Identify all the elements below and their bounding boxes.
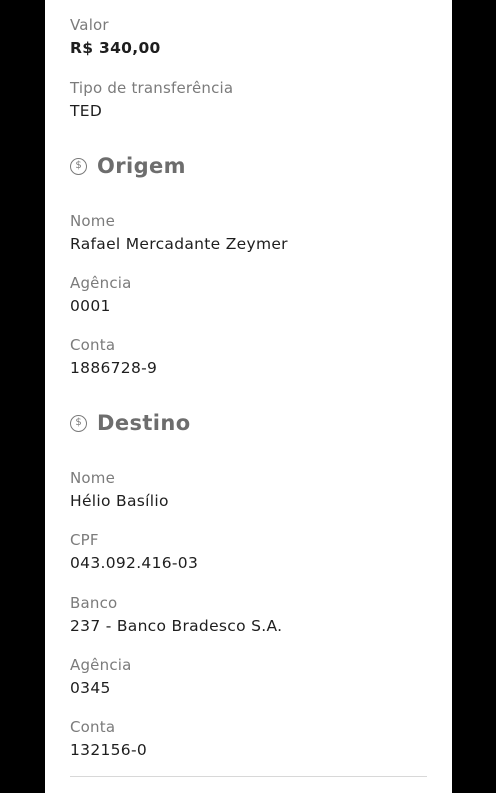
- destino-nome-field: Nome Hélio Basílio: [70, 469, 169, 511]
- valor-label: Valor: [70, 16, 109, 34]
- destino-agencia-value: 0345: [70, 679, 111, 697]
- tipo-label: Tipo de transferência: [70, 79, 234, 97]
- destino-conta-label: Conta: [70, 718, 116, 736]
- destino-conta-field: Conta 132156-0: [70, 718, 147, 760]
- destino-cpf-value: 043.092.416-03: [70, 554, 199, 572]
- destino-nome-label: Nome: [70, 469, 116, 487]
- dollar-circle-icon: $: [70, 414, 87, 432]
- origem-conta-field: Conta 1886728-9: [70, 336, 157, 378]
- destino-banco-value: 237 - Banco Bradesco S.A.: [70, 617, 283, 635]
- origem-nome-value: Rafael Mercadante Zeymer: [70, 235, 288, 253]
- origem-agencia-field: Agência 0001: [70, 274, 132, 316]
- destino-conta-value: 132156-0: [70, 741, 148, 759]
- destino-title: Destino: [97, 411, 191, 435]
- destino-nome-value: Hélio Basílio: [70, 492, 169, 510]
- destino-cpf-field: CPF 043.092.416-03: [70, 531, 198, 573]
- destino-section-header: $ Destino: [70, 411, 191, 435]
- tipo-field: Tipo de transferência TED: [70, 79, 233, 121]
- origem-nome-field: Nome Rafael Mercadante Zeymer: [70, 212, 288, 254]
- origem-agencia-value: 0001: [70, 297, 111, 315]
- origem-section-header: $ Origem: [70, 154, 186, 178]
- transfer-receipt-panel: Valor R$ 340,00 Tipo de transferência TE…: [45, 0, 452, 793]
- destino-agencia-field: Agência 0345: [70, 656, 132, 698]
- valor-value: R$ 340,00: [70, 39, 161, 57]
- destino-banco-field: Banco 237 - Banco Bradesco S.A.: [70, 594, 282, 636]
- bottom-divider: [70, 776, 427, 777]
- origem-conta-value: 1886728-9: [70, 359, 158, 377]
- destino-agencia-label: Agência: [70, 656, 132, 674]
- destino-banco-label: Banco: [70, 594, 118, 612]
- tipo-value: TED: [70, 102, 103, 120]
- origem-conta-label: Conta: [70, 336, 116, 354]
- origem-nome-label: Nome: [70, 212, 116, 230]
- valor-field: Valor R$ 340,00: [70, 16, 161, 58]
- origem-title: Origem: [97, 154, 186, 178]
- origem-agencia-label: Agência: [70, 274, 132, 292]
- dollar-circle-icon: $: [70, 157, 87, 175]
- destino-cpf-label: CPF: [70, 531, 99, 549]
